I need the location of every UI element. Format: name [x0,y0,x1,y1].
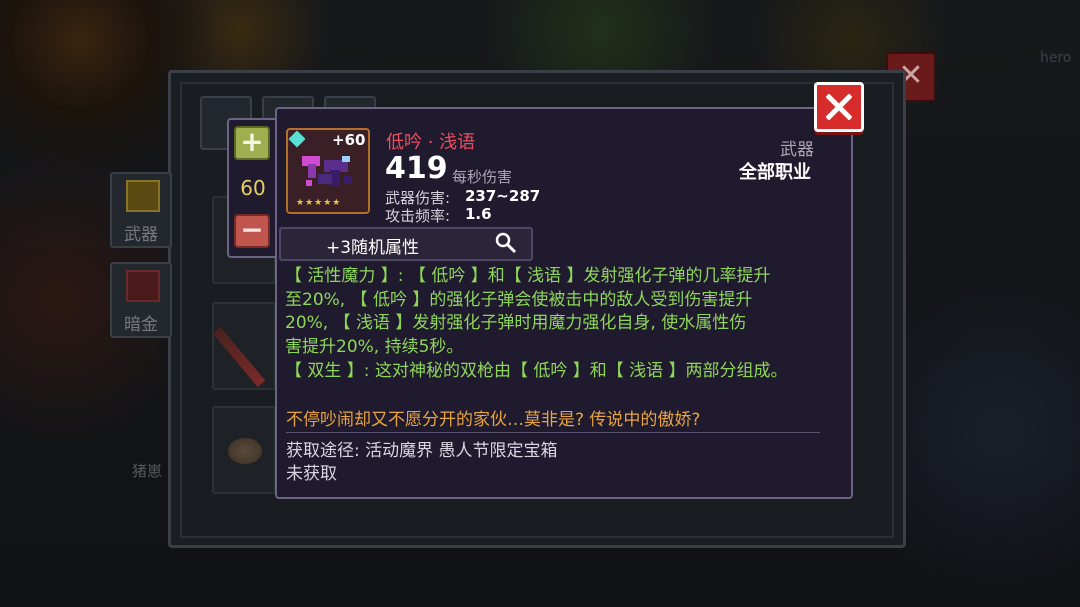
flavor-text: 不停吵闹却又不愿分开的家伙…莫非是? 传说中的傲娇? [286,410,701,430]
magnify-icon[interactable] [495,232,517,254]
description-line: 【 活性魔力 】: 【 低吟 】和【 浅语 】发射强化子弹的几率提升 [285,266,771,286]
damage-value: 237~287 [465,187,541,205]
level-minus-button[interactable]: − [234,214,270,248]
dps-label: 每秒伤害 [452,168,513,186]
level-value: 60 [240,176,266,200]
category-tab-weapons[interactable]: 武器 [110,172,172,248]
item-description: 【 活性魔力 】: 【 低吟 】和【 浅语 】发射强化子弹的几率提升 至20%,… [285,265,820,384]
divider [286,432,820,433]
sword-icon [212,326,266,388]
item-category: 武器 [780,140,814,160]
attack-rate-label: 攻击频率: [385,207,451,225]
twin-guns-icon [302,156,352,186]
description-line: 至20%, 【 低吟 】的强化子弹会使被击中的敌人受到伤害提升 [285,289,753,310]
obtain-status: 未获取 [286,464,337,484]
category-label: 武器 [124,225,158,245]
upgrade-level: +60 [332,131,366,149]
level-plus-button[interactable]: + [234,126,270,160]
close-button[interactable] [814,82,864,132]
dark-gold-category-icon [126,270,160,302]
item-slot[interactable] [212,302,276,390]
close-icon [826,94,852,120]
dps-value: 419 [385,151,448,186]
acquisition-source: 获取途径: 活动魔界 愚人节限定宝箱 [286,441,558,461]
category-label: 暗金 [124,315,158,335]
star-rating: ★★★★★ [296,198,342,208]
category-tab-dark-gold[interactable]: 暗金 [110,262,172,338]
item-slot[interactable] [212,406,276,494]
fruit-bowl-icon [228,438,262,464]
hero-tag: hero [1040,50,1072,66]
background-label: 猪崽 [132,462,163,480]
description-line: 20%, 【 浅语 】发射强化子弹时用魔力强化自身, 使水属性伤 [285,313,747,334]
description-line: 害提升20%, 持续5秒。 [285,337,464,358]
description-line: 【 双生 】: 这对神秘的双枪由【 低吟 】和【 浅语 】两部分组成。 [285,360,788,381]
attack-rate-value: 1.6 [465,205,492,223]
weapon-category-icon [126,180,160,212]
class-requirement: 全部职业 [739,162,811,183]
random-attributes-label: +3随机属性 [326,238,420,258]
